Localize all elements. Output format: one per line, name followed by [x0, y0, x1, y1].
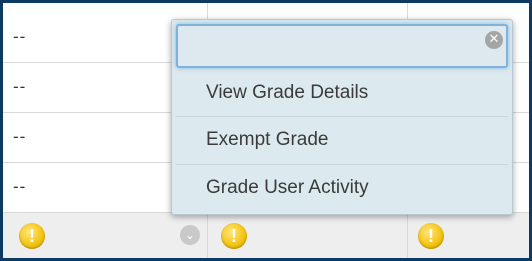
grade-context-menu: ✕ View Grade Details Exempt Grade Grade …: [171, 19, 513, 215]
grade-cell-value: --: [13, 127, 27, 146]
warning-icon[interactable]: !: [19, 223, 45, 249]
table-row: ! ⌄ ! !: [3, 213, 529, 258]
menu-item-view-grade-details[interactable]: View Grade Details: [176, 70, 508, 116]
grade-cell-value: --: [13, 77, 27, 96]
clear-icon[interactable]: ✕: [485, 31, 503, 49]
warning-icon[interactable]: !: [221, 223, 247, 249]
menu-item-exempt-grade[interactable]: Exempt Grade: [176, 116, 508, 162]
menu-search-input[interactable]: [176, 24, 508, 68]
gradebook-frame: -- -- -- -- ! ⌄ ! ! ✕ View Grade Details…: [0, 0, 532, 261]
warning-icon[interactable]: !: [418, 223, 444, 249]
chevron-down-icon[interactable]: ⌄: [180, 225, 200, 245]
grade-cell-value: --: [13, 27, 27, 46]
grade-cell-value: --: [13, 177, 27, 196]
menu-item-grade-user-activity[interactable]: Grade User Activity: [176, 164, 508, 210]
